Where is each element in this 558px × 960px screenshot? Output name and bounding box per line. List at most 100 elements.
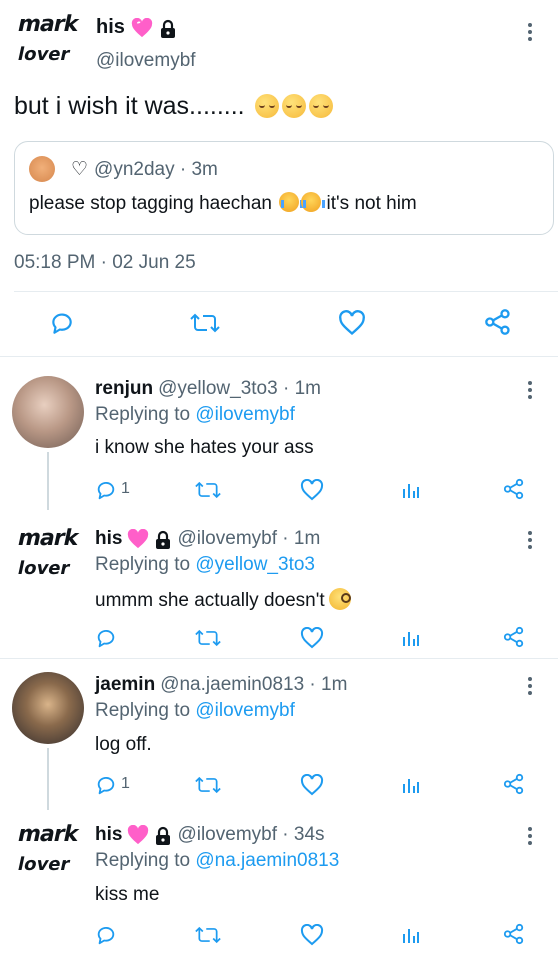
retweet-icon[interactable] xyxy=(195,627,221,654)
more-icon[interactable] xyxy=(520,378,540,402)
reply-icon[interactable] xyxy=(95,627,117,654)
more-icon[interactable] xyxy=(520,528,540,552)
replying-to: Replying to @yellow_3to3 xyxy=(95,554,315,576)
replying-to-link[interactable]: @ilovemybf xyxy=(195,404,295,425)
reply-actions xyxy=(95,626,535,652)
share-icon[interactable] xyxy=(503,923,525,950)
avatar-line2: lover xyxy=(15,44,72,65)
pink-heart-icon xyxy=(127,824,149,845)
like-icon[interactable] xyxy=(338,310,366,341)
quoted-text: please stop tagging haechan it's not him xyxy=(29,192,417,215)
like-icon[interactable] xyxy=(300,478,324,506)
like-icon[interactable] xyxy=(300,923,324,951)
replying-to: Replying to @na.jaemin0813 xyxy=(95,850,339,872)
tweet-text: but i wish it was........ xyxy=(14,92,333,121)
reply-icon[interactable] xyxy=(49,310,75,341)
like-icon[interactable] xyxy=(300,773,324,801)
reply-item[interactable]: mark lover his @ilovemybf · 34s Replying… xyxy=(0,810,558,960)
replying-prefix: Replying to xyxy=(95,554,191,575)
reply-text: ummm she actually doesn't xyxy=(95,588,351,612)
main-avatar[interactable]: mark lover xyxy=(15,12,82,65)
relieved-emoji-icon xyxy=(308,94,333,118)
lock-icon xyxy=(159,19,177,38)
replying-prefix: Replying to xyxy=(95,700,191,721)
divider xyxy=(0,356,558,357)
pink-heart-icon xyxy=(131,17,153,38)
quoted-text-after: it's not him xyxy=(326,193,417,214)
reply-item[interactable]: renjun @yellow_3to3 · 1m Replying to @il… xyxy=(0,360,558,510)
avatar-line1: mark xyxy=(15,12,81,37)
crying-emoji-icon xyxy=(279,192,304,212)
divider xyxy=(0,658,558,659)
crying-emoji-icon xyxy=(301,192,326,212)
relieved-emoji-icon xyxy=(254,94,279,118)
share-icon[interactable] xyxy=(484,308,512,341)
quoted-handle-time: @yn2day · 3m xyxy=(94,158,218,180)
reply-icon[interactable] xyxy=(95,924,117,951)
replying-prefix: Replying to xyxy=(95,404,191,425)
replying-to-link[interactable]: @ilovemybf xyxy=(195,700,295,721)
retweet-icon[interactable] xyxy=(195,479,221,506)
avatar[interactable] xyxy=(12,376,84,448)
stats-icon[interactable] xyxy=(401,628,421,653)
reply-item[interactable]: jaemin @na.jaemin0813 · 1m Replying to @… xyxy=(0,660,558,810)
thinking-emoji-icon xyxy=(328,588,351,610)
reply-text-body: ummm she actually doesn't xyxy=(95,590,325,611)
replying-to-link[interactable]: @na.jaemin0813 xyxy=(195,850,339,871)
stats-icon[interactable] xyxy=(401,480,421,505)
stats-icon[interactable] xyxy=(401,775,421,800)
main-handle[interactable]: @ilovemybf xyxy=(96,50,196,72)
reply-meta: @ilovemybf · 1m xyxy=(177,528,321,549)
main-actions xyxy=(0,306,558,342)
more-icon[interactable] xyxy=(520,824,540,848)
reply-actions xyxy=(95,923,535,949)
lock-icon xyxy=(154,826,172,845)
avatar[interactable] xyxy=(12,672,84,744)
retweet-icon[interactable] xyxy=(190,310,220,341)
reply-item[interactable]: mark lover his @ilovemybf · 1m Replying … xyxy=(0,510,558,660)
reply-icon[interactable] xyxy=(95,774,117,801)
retweet-icon[interactable] xyxy=(195,924,221,951)
replying-to-link[interactable]: @yellow_3to3 xyxy=(195,554,315,575)
avatar-line2: lover xyxy=(15,854,72,875)
reply-name[interactable]: renjun xyxy=(95,378,153,400)
timestamp[interactable]: 05:18 PM · 02 Jun 25 xyxy=(14,252,196,274)
reply-name[interactable]: his xyxy=(95,824,122,846)
share-icon[interactable] xyxy=(503,773,525,800)
pink-heart-icon xyxy=(127,528,149,549)
reply-name[interactable]: jaemin xyxy=(95,674,155,696)
stats-icon[interactable] xyxy=(401,925,421,950)
reply-header: his @ilovemybf · 34s xyxy=(95,824,325,846)
reply-meta: @na.jaemin0813 · 1m xyxy=(160,674,348,695)
reply-meta: @ilovemybf · 34s xyxy=(177,824,325,845)
like-icon[interactable] xyxy=(300,626,324,654)
replying-prefix: Replying to xyxy=(95,850,191,871)
more-icon[interactable] xyxy=(520,20,540,44)
reply-icon[interactable] xyxy=(95,479,117,506)
reply-count: 1 xyxy=(121,775,130,792)
avatar-line1: mark xyxy=(15,822,81,847)
reply-actions: 1 xyxy=(95,478,535,504)
reply-actions: 1 xyxy=(95,773,535,799)
quoted-avatar xyxy=(29,156,55,182)
reply-name[interactable]: his xyxy=(95,528,122,550)
replying-to: Replying to @ilovemybf xyxy=(95,700,295,722)
display-name[interactable]: his xyxy=(96,16,125,39)
main-name-row: his xyxy=(96,16,177,39)
replying-to: Replying to @ilovemybf xyxy=(95,404,295,426)
main-tweet: mark lover his @ilovemybf but i wish it … xyxy=(0,0,558,360)
quoted-header: ♡ @yn2day · 3m xyxy=(71,158,218,181)
quoted-tweet[interactable]: ♡ @yn2day · 3m please stop tagging haech… xyxy=(14,141,554,235)
more-icon[interactable] xyxy=(520,674,540,698)
share-icon[interactable] xyxy=(503,478,525,505)
reply-header: his @ilovemybf · 1m xyxy=(95,528,320,550)
quoted-heart-icon: ♡ xyxy=(71,159,89,180)
reply-header: renjun @yellow_3to3 · 1m xyxy=(95,378,321,400)
share-icon[interactable] xyxy=(503,626,525,653)
tweet-text-body: but i wish it was........ xyxy=(14,92,245,120)
avatar[interactable]: mark lover xyxy=(15,526,82,579)
reply-meta: @yellow_3to3 · 1m xyxy=(158,378,321,399)
retweet-icon[interactable] xyxy=(195,774,221,801)
avatar[interactable]: mark lover xyxy=(15,822,82,875)
avatar-line1: mark xyxy=(15,526,81,551)
